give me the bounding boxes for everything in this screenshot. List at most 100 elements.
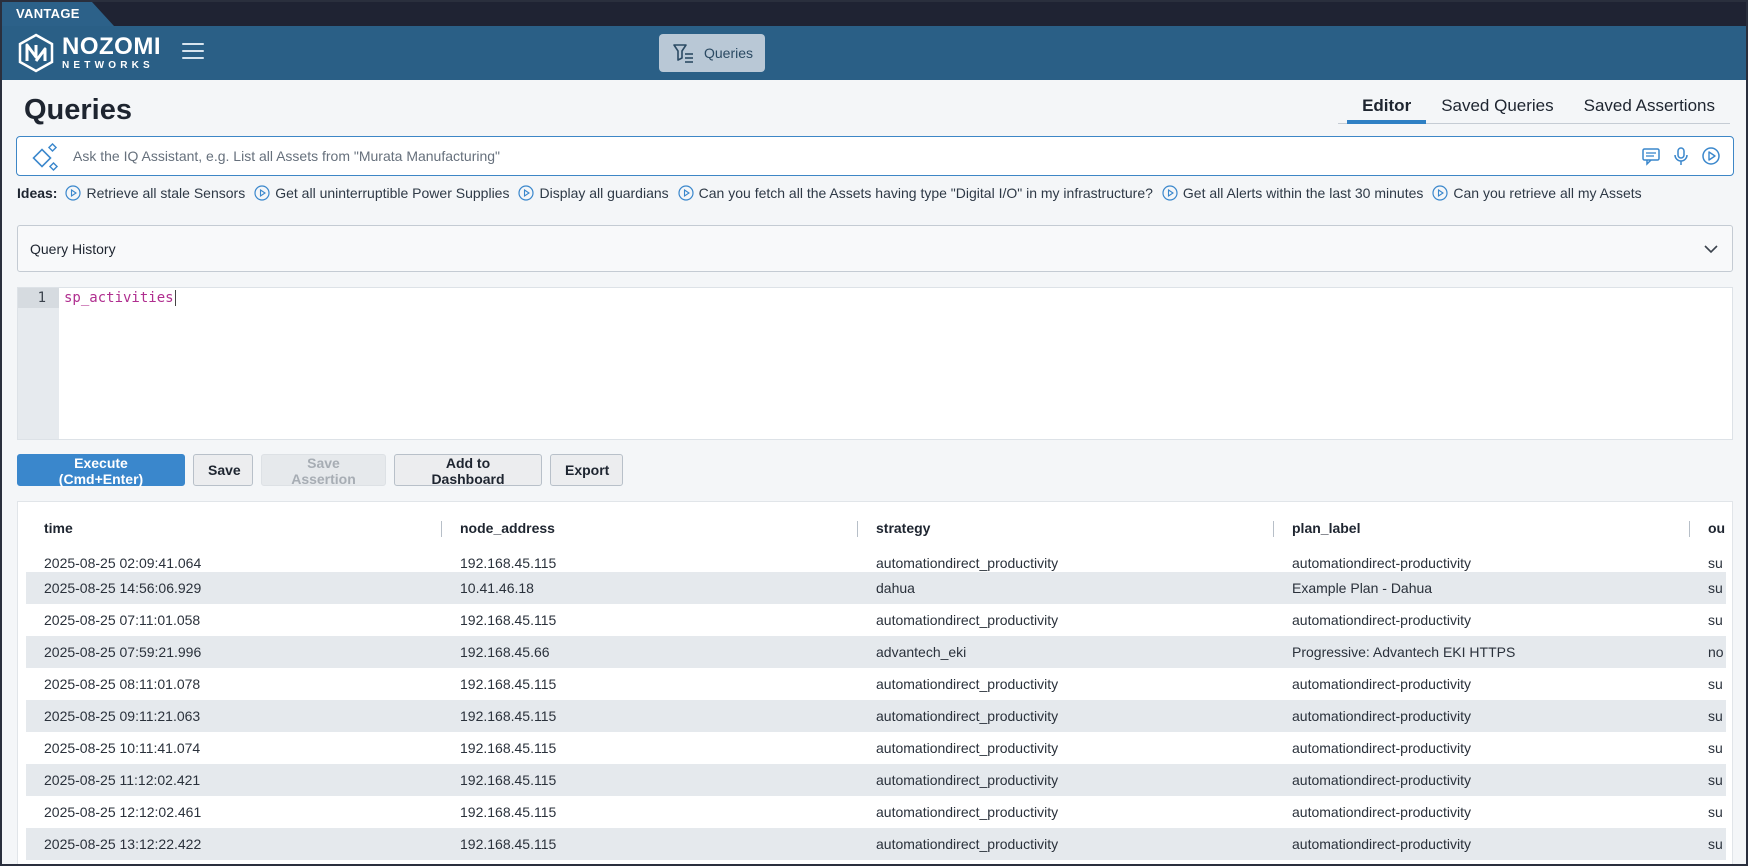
- play-circle-icon: [254, 185, 270, 201]
- column-header-plan-label[interactable]: plan_label: [1274, 502, 1690, 554]
- table-cell: 192.168.45.115: [442, 764, 858, 796]
- editor-gutter: [18, 288, 59, 439]
- idea-item[interactable]: Get all uninterruptible Power Supplies: [254, 185, 509, 201]
- table-body: 2025-08-25 02:09:41.064 192.168.45.115 aut…: [26, 554, 1726, 860]
- table-row[interactable]: 2025-08-25 07:59:21.996 192.168.45.66 adva…: [26, 636, 1726, 668]
- column-header-node-address[interactable]: node_address: [442, 502, 858, 554]
- idea-item[interactable]: Get all Alerts within the last 30 minute…: [1162, 185, 1423, 201]
- chevron-down-icon: [1704, 245, 1718, 254]
- execute-button[interactable]: Execute (Cmd+Enter): [17, 454, 185, 487]
- tab-saved-queries[interactable]: Saved Queries: [1426, 92, 1568, 124]
- table-cell: su: [1690, 572, 1726, 604]
- table-row[interactable]: 2025-08-25 09:11:21.063 192.168.45.115 aut…: [26, 700, 1726, 732]
- results-table-container[interactable]: time node_address strategy plan_label ou…: [17, 501, 1733, 864]
- tab-editor[interactable]: Editor: [1347, 92, 1427, 124]
- idea-text: Get all Alerts within the last 30 minute…: [1182, 185, 1424, 201]
- table-cell: automationdirect_productivity: [876, 676, 1059, 692]
- idea-text: Get all uninterruptible Power Supplies: [275, 185, 510, 201]
- play-circle-icon: [65, 185, 82, 201]
- chat-icon[interactable]: [1641, 146, 1661, 166]
- table-cell: automationdirect-productivity: [1292, 804, 1471, 820]
- column-header-time[interactable]: time: [26, 502, 442, 554]
- table-row[interactable]: 2025-08-25 13:12:22.422 192.168.45.115 aut…: [26, 828, 1726, 860]
- iq-assistant-box: [16, 136, 1734, 176]
- table-row[interactable]: 2025-08-25 02:09:41.064 192.168.45.115 aut…: [26, 554, 1726, 572]
- table-cell: su: [1708, 676, 1723, 692]
- table-cell: automationdirect_productivity: [858, 764, 1274, 796]
- idea-item[interactable]: Retrieve all stale Sensors: [65, 185, 245, 201]
- app-header: NOZOMI NETWORKS Queries: [2, 26, 1746, 80]
- query-editor[interactable]: 1 sp_activities: [17, 287, 1733, 440]
- hamburger-menu-icon[interactable]: [182, 43, 204, 61]
- table-header-row: time node_address strategy plan_label ou: [26, 502, 1726, 554]
- tab-saved-assertions[interactable]: Saved Assertions: [1569, 92, 1730, 124]
- nozomi-logo[interactable]: NOZOMI NETWORKS: [16, 33, 161, 73]
- idea-text: Can you fetch all the Assets having type…: [698, 185, 1153, 201]
- nav-queries-label: Queries: [704, 45, 754, 61]
- column-header-strategy[interactable]: strategy: [858, 502, 1274, 554]
- table-cell: 2025-08-25 07:59:21.996: [26, 636, 442, 668]
- table-cell: dahua: [858, 572, 1274, 604]
- ideas-fade: [1677, 182, 1737, 204]
- play-circle-icon: [518, 185, 535, 201]
- table-row[interactable]: 2025-08-25 11:12:02.421 192.168.45.115 aut…: [26, 764, 1726, 796]
- table-cell: 2025-08-25 02:09:41.064: [44, 555, 202, 571]
- send-play-icon[interactable]: [1701, 146, 1721, 166]
- table-row[interactable]: 2025-08-25 14:56:06.929 10.41.46.18 dahua E…: [26, 572, 1726, 604]
- table-row[interactable]: 2025-08-25 10:11:41.074 192.168.45.115 aut…: [26, 732, 1726, 764]
- table-cell: 192.168.45.115: [460, 555, 557, 571]
- query-history-label: Query History: [30, 241, 116, 257]
- table-cell: su: [1708, 612, 1723, 628]
- column-header-outcome[interactable]: ou: [1690, 502, 1726, 554]
- table-cell: 2025-08-25 12:12:02.461: [44, 804, 202, 820]
- table-cell: automationdirect_productivity: [876, 555, 1059, 571]
- table-cell: automationdirect-productivity: [1274, 828, 1690, 860]
- table-cell: 192.168.45.115: [442, 700, 858, 732]
- vantage-badge: VANTAGE: [2, 2, 114, 26]
- save-assertion-button[interactable]: Save Assertion: [261, 454, 386, 487]
- iq-assistant-input[interactable]: [73, 145, 1623, 167]
- logo-name: NOZOMI: [62, 33, 161, 60]
- table-cell: advantech_eki: [858, 636, 1274, 668]
- ideas-label: Ideas:: [17, 185, 58, 201]
- idea-item[interactable]: Display all guardians: [518, 185, 669, 201]
- table-cell: Progressive: Advantech EKI HTTPS: [1274, 636, 1690, 668]
- table-cell: automationdirect-productivity: [1292, 740, 1471, 756]
- tab-bar: Editor Saved Queries Saved Assertions: [1347, 92, 1730, 124]
- idea-item[interactable]: Can you fetch all the Assets having type…: [678, 185, 1153, 201]
- action-buttons: Execute (Cmd+Enter) Save Save Assertion …: [17, 454, 623, 487]
- table-cell: 192.168.45.115: [460, 612, 557, 628]
- table-cell: Example Plan - Dahua: [1274, 572, 1690, 604]
- ai-sparkle-icon: [32, 143, 59, 172]
- table-row[interactable]: 2025-08-25 07:11:01.058 192.168.45.115 aut…: [26, 604, 1726, 636]
- table-row[interactable]: 2025-08-25 08:11:01.078 192.168.45.115 aut…: [26, 668, 1726, 700]
- query-filter-icon: [673, 44, 693, 63]
- ideas-bar: Ideas: Retrieve all stale Sensors Get al…: [17, 182, 1737, 204]
- table-cell: automationdirect-productivity: [1274, 764, 1690, 796]
- table-cell: automationdirect-productivity: [1292, 676, 1471, 692]
- query-history-dropdown[interactable]: Query History: [17, 225, 1733, 272]
- idea-item[interactable]: Can you retrieve all my Assets: [1432, 185, 1642, 201]
- table-cell: su: [1690, 828, 1726, 860]
- nozomi-logo-icon: [18, 33, 54, 73]
- save-button[interactable]: Save: [193, 454, 253, 486]
- table-cell: automationdirect_productivity: [876, 804, 1059, 820]
- table-cell: 192.168.45.115: [460, 804, 557, 820]
- logo-subtitle: NETWORKS: [62, 60, 154, 71]
- nav-queries-button[interactable]: Queries: [659, 34, 765, 72]
- table-cell: automationdirect_productivity: [858, 828, 1274, 860]
- table-cell: 2025-08-25 07:11:01.058: [44, 612, 201, 628]
- microphone-icon[interactable]: [1671, 146, 1691, 166]
- table-cell: su: [1708, 804, 1723, 820]
- table-row[interactable]: 2025-08-25 12:12:02.461 192.168.45.115 aut…: [26, 796, 1726, 828]
- export-button[interactable]: Export: [550, 454, 623, 486]
- top-strip: VANTAGE: [2, 2, 1746, 26]
- table-cell: su: [1708, 555, 1723, 571]
- editor-code-line[interactable]: sp_activities: [64, 288, 176, 308]
- add-to-dashboard-button[interactable]: Add to Dashboard: [394, 454, 542, 487]
- results-table: time node_address strategy plan_label ou…: [26, 502, 1726, 860]
- table-cell: su: [1690, 700, 1726, 732]
- code-text: sp_activities: [64, 290, 174, 306]
- text-caret: [174, 290, 176, 306]
- idea-text: Can you retrieve all my Assets: [1453, 185, 1642, 201]
